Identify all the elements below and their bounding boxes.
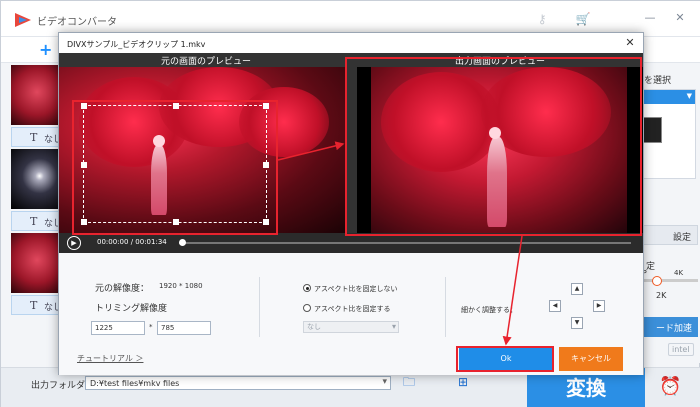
intel-badge: intel: [668, 343, 694, 356]
subtitle-icon: T: [30, 215, 38, 228]
subtitle-icon: T: [30, 299, 38, 312]
nudge-up-icon[interactable]: ▲: [571, 283, 583, 295]
chevron-down-icon: ▼: [686, 92, 692, 100]
cart-icon[interactable]: 🛒: [575, 11, 591, 27]
app-logo-icon: [15, 13, 31, 27]
time-current: 00:00:00: [97, 238, 129, 246]
annotation-original-box: [72, 100, 278, 235]
time-readout: 00:00:00 / 00:01:34: [97, 238, 167, 246]
divider: [445, 277, 446, 337]
tutorial-link[interactable]: チュートリアル ＞: [77, 353, 143, 364]
scale-max-label: 4K: [674, 269, 684, 277]
video-thumbnail[interactable]: [11, 149, 63, 209]
subtitle-selector[interactable]: T なし: [11, 127, 63, 147]
file-list: T なし T なし T なし: [11, 63, 63, 315]
annotation-ok-box: [456, 346, 554, 372]
aspect-locked-label[interactable]: アスペクト比を固定する: [314, 304, 391, 314]
subtitle-icon: T: [30, 131, 38, 144]
aspect-ratio-select[interactable]: なし: [303, 321, 399, 333]
key-icon[interactable]: ⚷: [534, 11, 550, 27]
cancel-button[interactable]: キャンセル: [559, 347, 623, 371]
close-window-icon[interactable]: ✕: [671, 9, 689, 27]
play-icon[interactable]: ▶: [67, 236, 81, 250]
nudge-down-icon[interactable]: ▼: [571, 317, 583, 329]
minimize-icon[interactable]: —: [641, 9, 659, 27]
aspect-unlocked-label[interactable]: アスペクト比を固定しない: [314, 284, 398, 294]
playback-bar: ▶ 00:00:00 / 00:01:34: [59, 233, 643, 253]
time-total: 00:01:34: [135, 238, 167, 246]
video-thumbnail[interactable]: [11, 233, 63, 293]
quality-label: 定: [646, 262, 656, 272]
dialog-title: DIVXサンプル_ビデオクリップ 1.mkv: [67, 40, 206, 49]
video-thumbnail[interactable]: [11, 65, 63, 125]
add-files-button[interactable]: +: [39, 40, 52, 59]
folder-open-icon[interactable]: 🗀: [401, 375, 417, 389]
annotation-output-box: [345, 57, 642, 236]
crop-settings: 元の解像度： 1920 * 1080 トリミング解像度 1225 * 785 ア…: [59, 253, 643, 353]
app-title: ビデオコンバータ: [37, 17, 117, 28]
trim-height-input[interactable]: 785: [157, 321, 211, 335]
hardware-accel-label: ード加速: [655, 324, 692, 334]
trim-resolution-label: トリミング解像度: [95, 304, 168, 314]
seek-track[interactable]: [179, 242, 631, 244]
time-separator: /: [130, 238, 134, 246]
original-resolution-label: 元の解像度：: [95, 284, 150, 294]
times-sign: *: [149, 323, 153, 331]
scale-value: 2K: [656, 291, 667, 300]
seek-knob[interactable]: [179, 239, 186, 246]
subtitle-selector[interactable]: T なし: [11, 295, 63, 315]
format-thumbnail: [642, 117, 662, 143]
settings-label: 設定: [672, 233, 691, 243]
output-path-select[interactable]: D:¥test files¥mkv files: [85, 376, 391, 390]
alarm-clock-icon[interactable]: ⏰: [659, 376, 681, 398]
format-select-label[interactable]: を選択: [644, 73, 671, 86]
dialog-footer: チュートリアル ＞ Ok キャンセル: [59, 347, 643, 375]
fine-adjust-label: 細かく調整する：: [461, 306, 517, 314]
nudge-right-icon[interactable]: ▶: [593, 300, 605, 312]
subtitle-selector[interactable]: T なし: [11, 211, 63, 231]
aspect-locked-radio[interactable]: [303, 304, 311, 312]
original-resolution-value: 1920 * 1080: [159, 282, 203, 290]
close-icon[interactable]: ✕: [623, 36, 637, 50]
divider: [259, 277, 260, 337]
aspect-unlocked-radio[interactable]: [303, 284, 311, 292]
nudge-left-icon[interactable]: ◀: [549, 300, 561, 312]
folder-browse-icon[interactable]: ⊞: [455, 375, 471, 389]
original-preview-label: 元の画面のプレビュー: [161, 57, 252, 67]
trim-width-input[interactable]: 1225: [91, 321, 145, 335]
